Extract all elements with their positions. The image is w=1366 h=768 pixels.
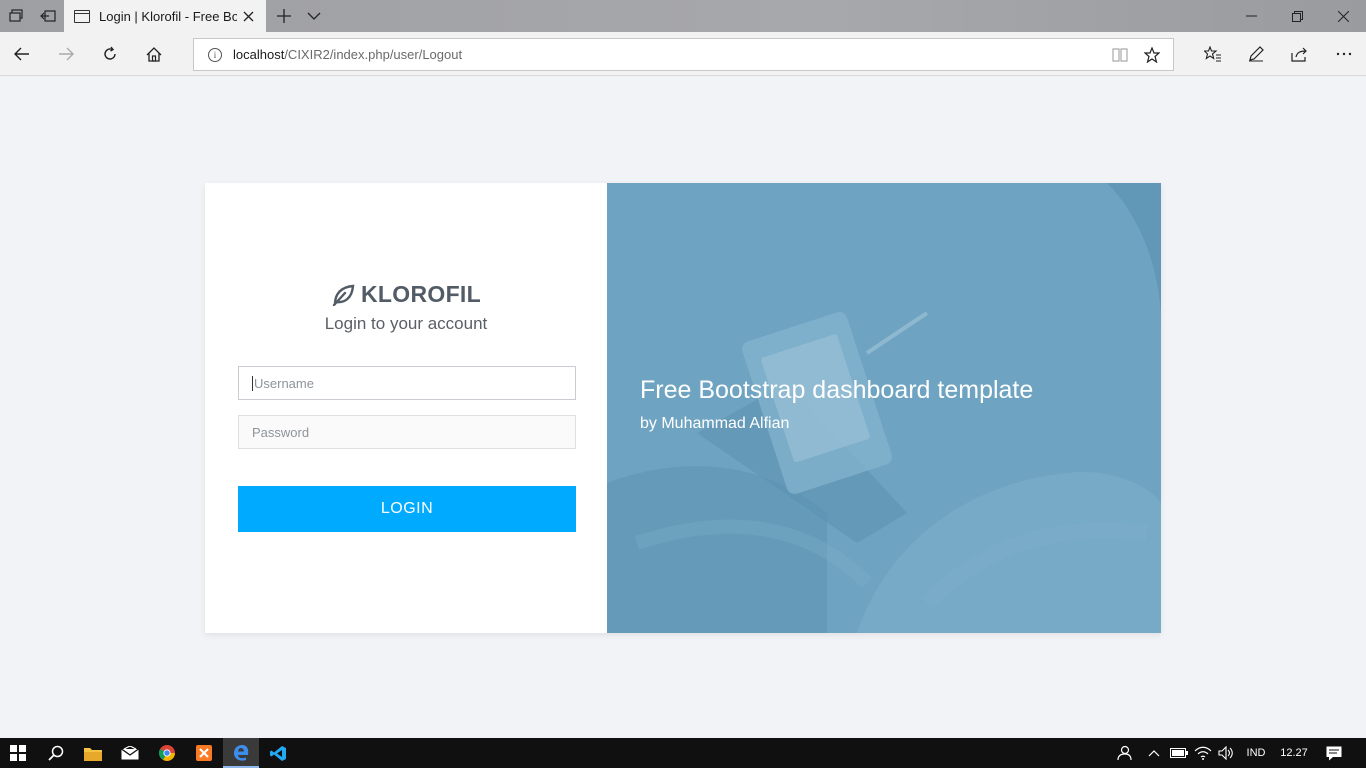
refresh-icon[interactable]: [92, 36, 128, 72]
edge-icon[interactable]: [223, 738, 259, 768]
text-caret: [252, 375, 253, 391]
brand-name: KLOROFIL: [361, 281, 481, 307]
username-input[interactable]: Username: [238, 366, 576, 400]
username-placeholder: Username: [254, 375, 314, 391]
tab-title: Login | Klorofil - Free Bootstrap: [99, 8, 237, 24]
chevron-up-icon[interactable]: [1144, 738, 1164, 768]
browser-tab-bar: Login | Klorofil - Free Bootstrap: [0, 0, 1366, 32]
promo-byline: by Muhammad Alfian: [640, 415, 790, 432]
people-icon[interactable]: [1112, 738, 1136, 768]
address-url[interactable]: localhost/CIXIR2/index.php/user/Logout: [233, 47, 462, 62]
password-input[interactable]: Password: [238, 415, 576, 449]
brand-logo: KLOROFIL: [205, 281, 607, 308]
language-label: IND: [1246, 747, 1266, 759]
promo-panel: Free Bootstrap dashboard template by Muh…: [607, 183, 1161, 633]
address-bar[interactable]: i localhost/CIXIR2/index.php/user/Logout: [193, 38, 1174, 71]
site-info-icon[interactable]: i: [208, 47, 222, 62]
minimize-icon[interactable]: [1228, 0, 1274, 32]
share-icon[interactable]: [1281, 36, 1317, 72]
tab-active[interactable]: Login | Klorofil - Free Bootstrap: [64, 0, 266, 32]
chevron-down-icon[interactable]: [298, 0, 330, 32]
battery-icon[interactable]: [1168, 738, 1190, 768]
chrome-icon[interactable]: [149, 738, 185, 768]
leaf-icon: [332, 284, 355, 306]
favorite-star-icon[interactable]: [1142, 45, 1162, 65]
windows-taskbar: IND 12.27: [0, 738, 1366, 768]
login-form-panel: KLOROFIL Login to your account Username …: [205, 183, 607, 633]
login-subtitle: Login to your account: [324, 314, 488, 333]
windows-start-icon[interactable]: [0, 738, 36, 768]
restore-icon[interactable]: [1274, 0, 1320, 32]
reading-view-icon[interactable]: [1110, 45, 1130, 65]
clock-time: 12.27: [1280, 747, 1308, 759]
set-aside-tabs-icon[interactable]: [32, 0, 64, 32]
promo-background-image: [607, 183, 1161, 633]
vscode-icon[interactable]: [260, 738, 296, 768]
close-tab-icon[interactable]: [238, 6, 258, 26]
xampp-icon[interactable]: [186, 738, 222, 768]
page-body: KLOROFIL Login to your account Username …: [0, 77, 1366, 738]
language-indicator[interactable]: IND: [1240, 738, 1272, 768]
login-button[interactable]: LOGIN: [238, 486, 576, 532]
tab-manager-icon[interactable]: [0, 0, 32, 32]
back-icon[interactable]: [4, 36, 40, 72]
url-host: localhost: [233, 47, 285, 62]
search-icon[interactable]: [38, 738, 74, 768]
file-explorer-icon[interactable]: [74, 738, 112, 768]
volume-icon[interactable]: [1215, 738, 1237, 768]
home-icon[interactable]: [136, 36, 172, 72]
pen-icon[interactable]: [1238, 36, 1274, 72]
password-placeholder: Password: [252, 424, 310, 440]
clock[interactable]: 12.27: [1274, 738, 1314, 768]
more-icon[interactable]: [1326, 36, 1362, 72]
wifi-icon[interactable]: [1192, 738, 1214, 768]
browser-toolbar: i localhost/CIXIR2/index.php/user/Logout: [0, 32, 1366, 76]
url-path: /CIXIR2/index.php/user/Logout: [284, 47, 463, 62]
page-icon: [74, 9, 90, 23]
action-center-icon[interactable]: [1320, 738, 1348, 768]
promo-headline: Free Bootstrap dashboard template: [640, 376, 1034, 404]
new-tab-icon[interactable]: [268, 0, 300, 32]
favorites-hub-icon[interactable]: [1195, 36, 1231, 72]
mail-icon[interactable]: [112, 738, 148, 768]
close-window-icon[interactable]: [1320, 0, 1366, 32]
login-card: KLOROFIL Login to your account Username …: [205, 183, 1161, 633]
forward-icon[interactable]: [48, 36, 84, 72]
